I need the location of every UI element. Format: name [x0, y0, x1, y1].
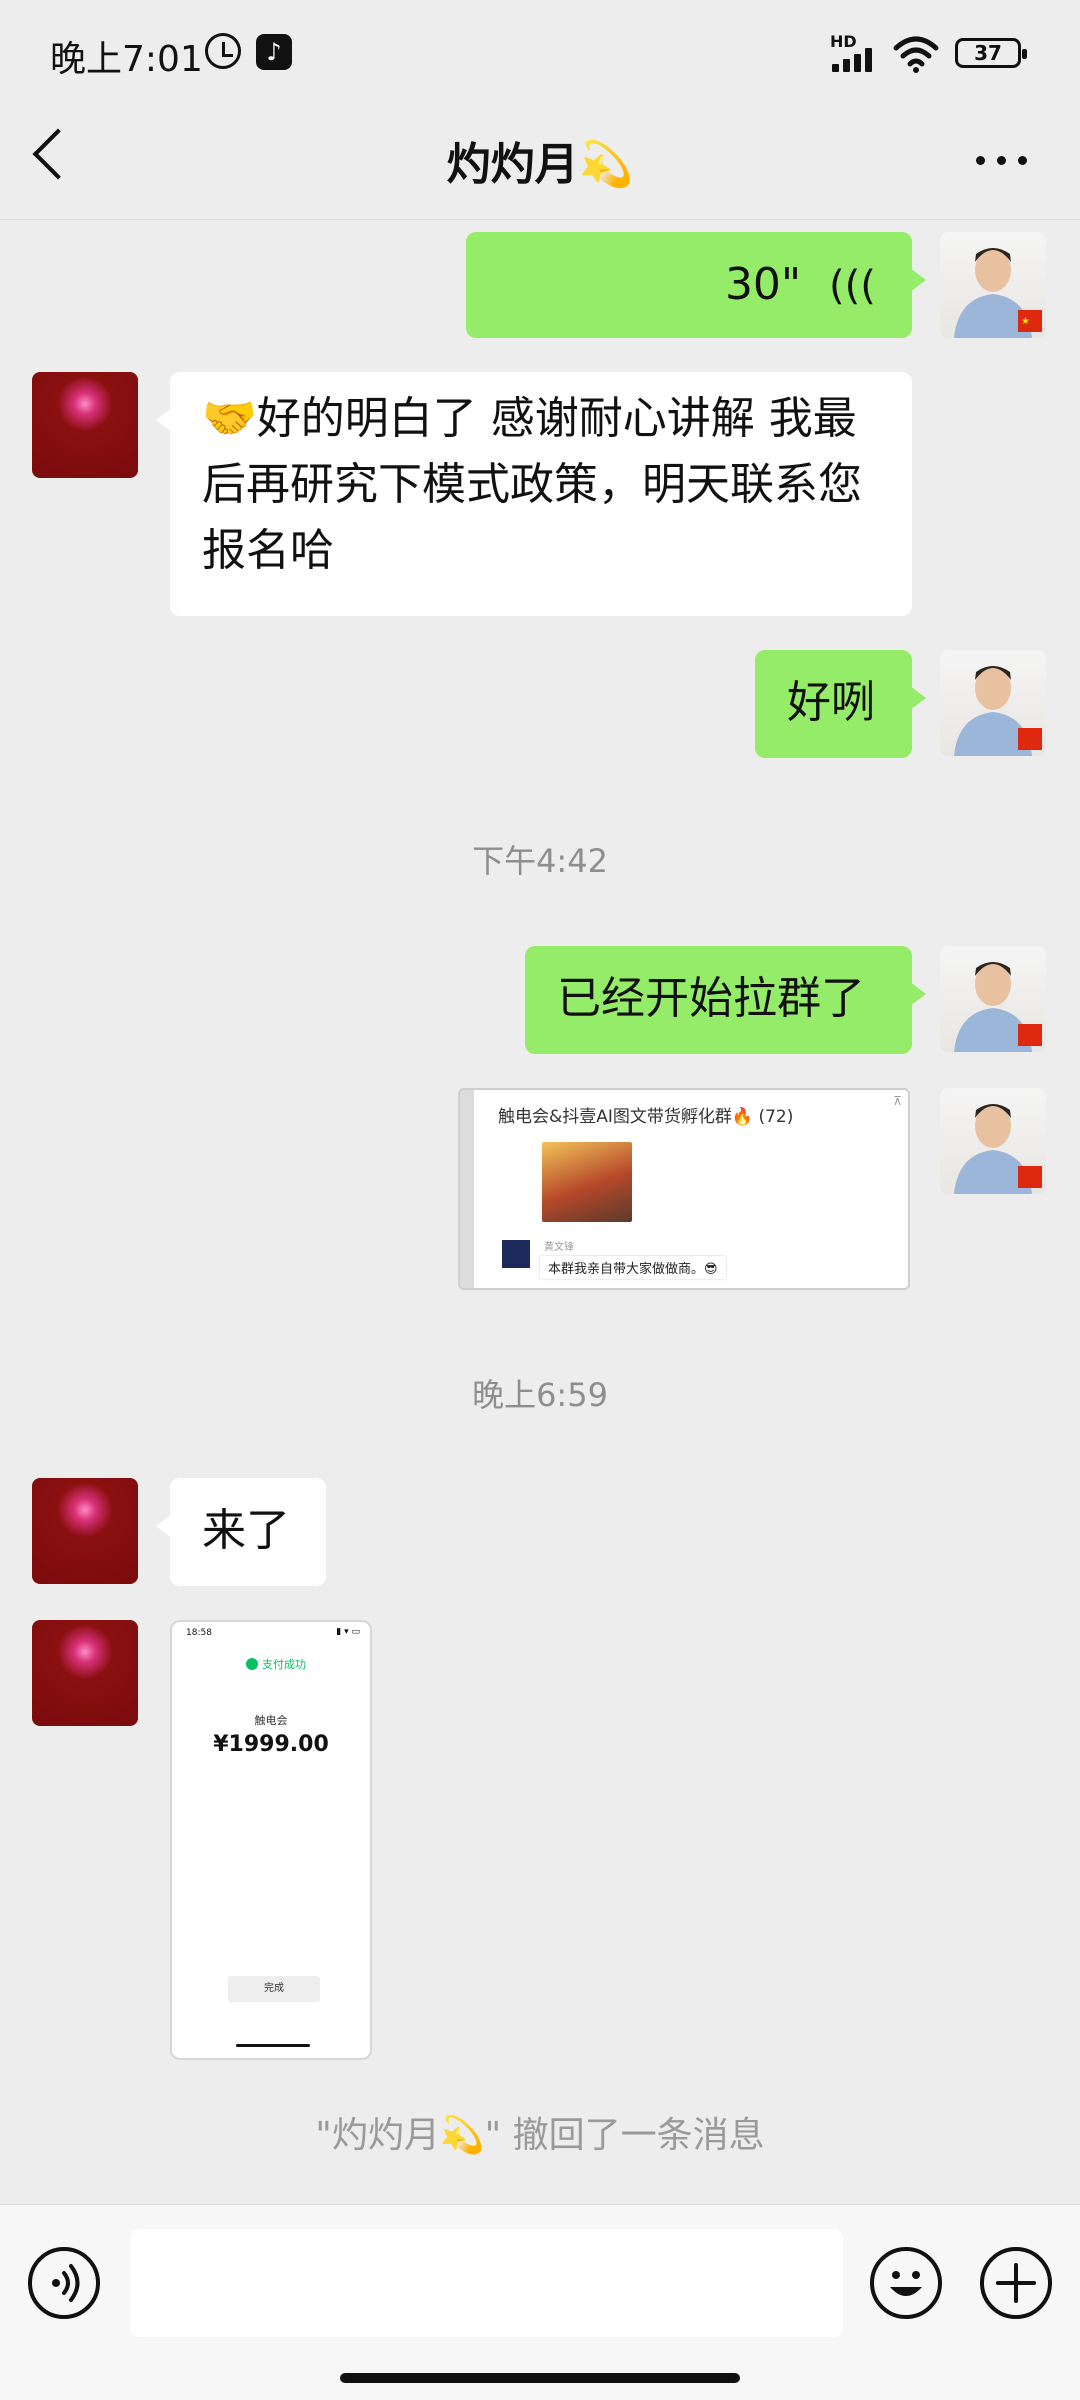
- wifi-icon: [893, 36, 939, 73]
- payment-amount: ¥1999.00: [213, 1732, 329, 1757]
- recall-notice: "灼灼月💫" 撤回了一条消息: [315, 2115, 765, 2156]
- screenshot-message: 本群我亲自带大家做做商。😎: [540, 1256, 726, 1279]
- screenshot-meme-image: [542, 1142, 632, 1222]
- contact-avatar[interactable]: [32, 372, 138, 478]
- my-avatar[interactable]: [940, 650, 1046, 756]
- voice-message[interactable]: 30" ))): [466, 232, 926, 338]
- image-message[interactable]: 触电会&抖壹AI图文带货孵化群🔥 (72) ⊼ 黄文锋 本群我亲自带大家做做商。…: [458, 1088, 910, 1290]
- person-portrait-icon: ★: [954, 248, 1042, 338]
- status-bar: 晚上7:01 ♪ HD 37: [0, 0, 1080, 100]
- screenshot-sender-name: 黄文锋: [544, 1242, 574, 1253]
- payee-name: 触电会: [254, 1714, 288, 1727]
- person-portrait-icon: [954, 1104, 1042, 1194]
- voice-duration: 30": [724, 259, 802, 310]
- my-avatar[interactable]: ★: [940, 232, 1046, 338]
- screenshot-pin-icon: ⊼: [893, 1094, 902, 1108]
- screenshot-sender-avatar: [502, 1240, 530, 1268]
- screenshot-home-indicator: [236, 2044, 310, 2047]
- my-avatar[interactable]: [940, 1088, 1046, 1194]
- emoji-icon[interactable]: [870, 2247, 942, 2319]
- message-input[interactable]: [130, 2229, 843, 2337]
- message-bubble[interactable]: 好咧: [755, 650, 926, 758]
- timestamp: 晚上6:59: [472, 1376, 608, 1414]
- screenshot-status-icons: ▮ ▾ ▭: [336, 1627, 360, 1637]
- image-message[interactable]: 18:58 ▮ ▾ ▭ 支付成功 触电会 ¥1999.00 完成: [170, 1620, 372, 2060]
- timestamp: 下午4:42: [472, 842, 608, 880]
- my-avatar[interactable]: [940, 946, 1046, 1052]
- done-button: 完成: [228, 1976, 320, 2002]
- message-bubble[interactable]: 来了: [156, 1478, 326, 1586]
- screenshot-group-title: 触电会&抖壹AI图文带货孵化群🔥 (72): [498, 1107, 794, 1127]
- message-bubble[interactable]: 已经开始拉群了: [525, 946, 926, 1054]
- chat-title: 灼灼月💫: [446, 139, 634, 190]
- contact-avatar[interactable]: [32, 1478, 138, 1584]
- person-portrait-icon: [954, 666, 1042, 756]
- alarm-icon: [205, 33, 241, 69]
- screenshot-time: 18:58: [186, 1628, 212, 1638]
- person-portrait-icon: [954, 962, 1042, 1052]
- check-circle-icon: [246, 1658, 258, 1670]
- contact-avatar[interactable]: [32, 1620, 138, 1726]
- svg-text:★: ★: [1021, 316, 1030, 327]
- plus-icon[interactable]: [980, 2247, 1052, 2319]
- signal-icon: [832, 48, 882, 72]
- status-time: 晚上7:01: [50, 39, 203, 80]
- message-bubble[interactable]: 🤝好的明白了 感谢耐心讲解 我最后再研究下模式政策，明天联系您报名哈: [156, 372, 912, 616]
- battery-indicator: 37: [955, 38, 1027, 68]
- tiktok-icon: ♪: [256, 34, 292, 70]
- home-indicator[interactable]: [340, 2373, 740, 2383]
- input-bar: [0, 2204, 1080, 2400]
- more-dots-icon[interactable]: [976, 156, 1028, 168]
- voice-input-icon[interactable]: [28, 2247, 100, 2319]
- voice-wave-icon: ))): [829, 263, 876, 309]
- chat-header: 灼灼月💫: [0, 100, 1080, 220]
- payment-status: 支付成功: [262, 1658, 306, 1671]
